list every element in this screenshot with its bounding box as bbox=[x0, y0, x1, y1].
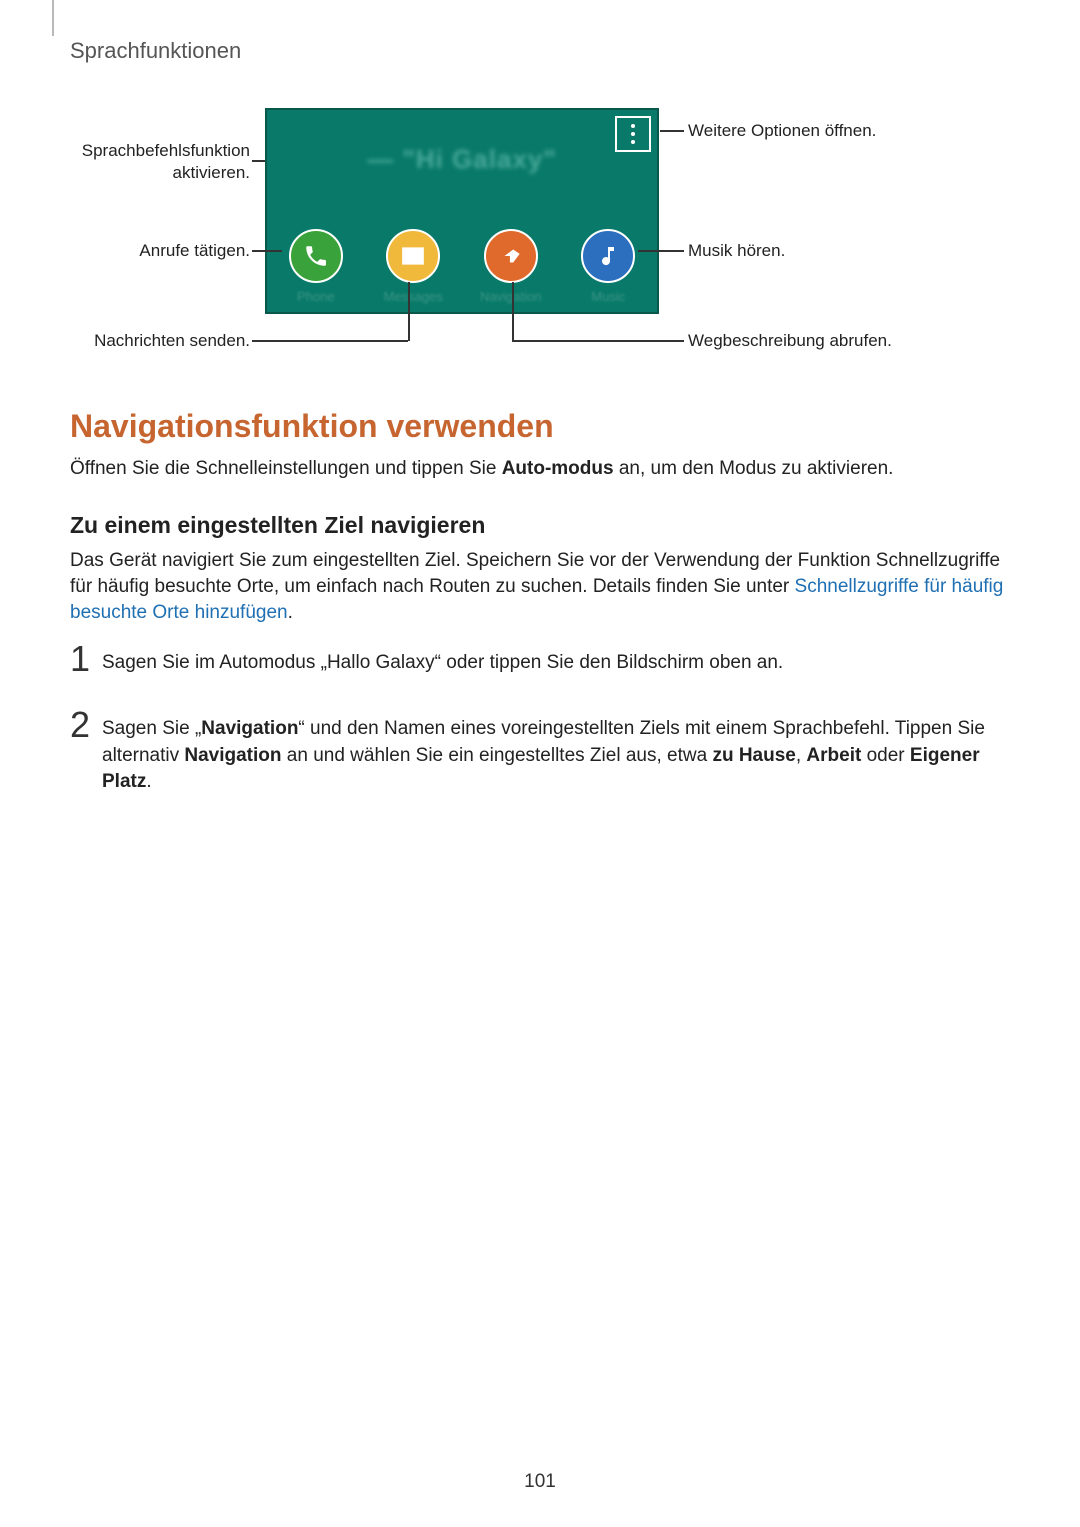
phone-icon bbox=[303, 243, 329, 269]
heading-navigation: Navigationsfunktion verwenden bbox=[70, 408, 554, 445]
step-body: Sagen Sie „Navigation“ und den Namen ein… bbox=[102, 716, 1010, 796]
leader-line bbox=[252, 160, 265, 162]
step-number: 2 bbox=[70, 704, 90, 746]
bold-auto-modus: Auto-modus bbox=[502, 458, 614, 479]
music-note-icon bbox=[596, 244, 620, 268]
apps-row: Phone Messages Navigation Music bbox=[267, 229, 657, 304]
device-screenshot: — "Hi Galaxy" Phone Messages Navigation … bbox=[265, 108, 659, 314]
app-messages[interactable]: Messages bbox=[383, 229, 443, 304]
leader-line bbox=[512, 282, 514, 341]
text: Sagen Sie „ bbox=[102, 718, 201, 739]
page-number: 101 bbox=[0, 1471, 1080, 1493]
app-navigation-label: Navigation bbox=[480, 289, 541, 304]
text: an und wählen Sie ein eingestelltes Ziel… bbox=[282, 745, 713, 766]
callout-more-options: Weitere Optionen öffnen. bbox=[688, 120, 928, 142]
paragraph-navigate-intro: Das Gerät navigiert Sie zum eingestellte… bbox=[70, 548, 1010, 627]
leader-line bbox=[252, 340, 408, 342]
voice-hint-text: — "Hi Galaxy" bbox=[267, 144, 657, 175]
auto-mode-figure: — "Hi Galaxy" Phone Messages Navigation … bbox=[70, 108, 1010, 388]
app-messages-label: Messages bbox=[384, 289, 443, 304]
bold-navigation: Navigation bbox=[201, 718, 298, 739]
text: . bbox=[146, 771, 151, 792]
callout-send-messages: Nachrichten senden. bbox=[70, 330, 250, 352]
text: oder bbox=[861, 745, 910, 766]
app-music-label: Music bbox=[591, 289, 625, 304]
bold-home: zu Hause bbox=[712, 745, 795, 766]
app-music[interactable]: Music bbox=[578, 229, 638, 304]
callout-make-calls: Anrufe tätigen. bbox=[70, 240, 250, 262]
step-1: 1 Sagen Sie im Automodus „Hallo Galaxy“ … bbox=[70, 650, 1010, 677]
envelope-icon bbox=[400, 243, 426, 269]
text: . bbox=[288, 602, 293, 623]
heading-navigate-preset: Zu einem eingestellten Ziel navigieren bbox=[70, 512, 485, 539]
vertical-dots-icon bbox=[631, 124, 635, 144]
bold-navigation: Navigation bbox=[184, 745, 281, 766]
leader-line bbox=[638, 250, 684, 252]
callout-get-directions: Wegbeschreibung abrufen. bbox=[688, 330, 928, 352]
text: , bbox=[796, 745, 807, 766]
breadcrumb: Sprachfunktionen bbox=[70, 38, 241, 64]
bold-work: Arbeit bbox=[806, 745, 861, 766]
step-2: 2 Sagen Sie „Navigation“ und den Namen e… bbox=[70, 716, 1010, 796]
callout-listen-music: Musik hören. bbox=[688, 240, 928, 262]
app-phone[interactable]: Phone bbox=[286, 229, 346, 304]
app-navigation[interactable]: Navigation bbox=[481, 229, 541, 304]
more-options-button[interactable] bbox=[615, 116, 651, 152]
leader-line bbox=[512, 340, 684, 342]
margin-rule bbox=[52, 0, 54, 36]
step-number: 1 bbox=[70, 638, 90, 680]
paragraph-open-quick-settings: Öffnen Sie die Schnelleinstellungen und … bbox=[70, 456, 1010, 482]
text: Öffnen Sie die Schnelleinstellungen und … bbox=[70, 458, 502, 479]
callout-voice-activate: Sprachbefehlsfunktion aktivieren. bbox=[70, 140, 250, 184]
leader-line bbox=[408, 282, 410, 341]
step-body: Sagen Sie im Automodus „Hallo Galaxy“ od… bbox=[102, 650, 1010, 677]
nav-arrow-icon bbox=[498, 243, 524, 269]
app-phone-label: Phone bbox=[297, 289, 335, 304]
leader-line bbox=[660, 130, 684, 132]
leader-line bbox=[252, 250, 282, 252]
text: an, um den Modus zu aktivieren. bbox=[614, 458, 894, 479]
